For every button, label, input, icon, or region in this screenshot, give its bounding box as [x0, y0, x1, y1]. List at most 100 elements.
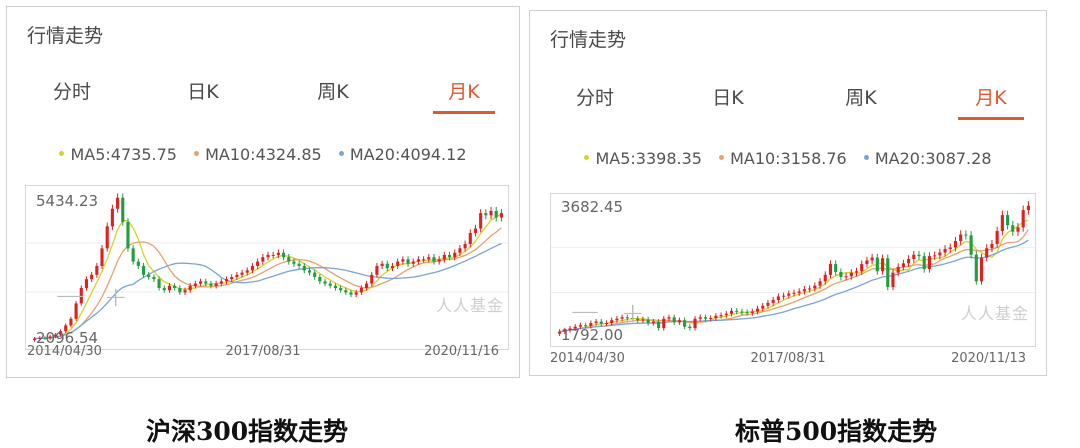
candle-body: [917, 254, 921, 257]
candle-body: [849, 272, 853, 277]
candle-body: [703, 317, 708, 319]
candle-body: [136, 261, 140, 266]
tab-weekly-k[interactable]: 周K: [826, 83, 896, 110]
zoom-out-icon[interactable]: —: [571, 294, 599, 327]
candle-body: [318, 276, 322, 282]
tab-intraday[interactable]: 分时: [560, 83, 630, 110]
legend-ma10: MA10:3158.76: [719, 149, 847, 168]
candle-body: [468, 232, 472, 244]
period-tabs: 分时 日K 周K 月K: [7, 77, 519, 121]
candle-body: [969, 235, 973, 255]
candle-body: [683, 320, 687, 327]
candle-body: [245, 270, 249, 273]
candle-body: [489, 210, 493, 216]
active-tab-underline: [958, 117, 1024, 120]
candle-body: [823, 274, 827, 282]
tab-intraday[interactable]: 分时: [37, 77, 107, 104]
candle-body: [844, 276, 848, 278]
candle-body: [729, 310, 734, 314]
tab-monthly-k[interactable]: 月K: [958, 83, 1024, 120]
candlestick-chart[interactable]: 3682.45 1792.00 — + 人人基金: [550, 193, 1037, 347]
candle-body: [604, 323, 609, 325]
candle-body: [834, 264, 838, 272]
candle-body: [116, 197, 120, 209]
legend-ma5: MA5:4735.75: [59, 145, 177, 164]
candle-body: [193, 283, 197, 286]
candle-body: [297, 263, 301, 266]
ma-legend: MA5:3398.35 MA10:3158.76 MA20:3087.28: [530, 149, 1046, 168]
candlestick-chart[interactable]: 5434.23 2096.54 — + 人人基金: [25, 185, 510, 351]
candle-body: [188, 285, 192, 291]
candle-body: [875, 257, 879, 272]
candle-body: [1026, 205, 1030, 211]
tab-daily-k[interactable]: 日K: [693, 83, 763, 110]
candle-body: [256, 261, 260, 266]
legend-ma20: MA20:3087.28: [863, 149, 992, 168]
candle-body: [84, 279, 89, 288]
candle-body: [344, 290, 348, 293]
candle-body: [219, 281, 223, 284]
candle-body: [995, 230, 999, 244]
candle-body: [282, 252, 286, 258]
candle-body: [396, 261, 400, 266]
candle-body: [240, 272, 244, 275]
candle-body: [328, 283, 332, 286]
candle-body: [126, 221, 130, 249]
period-tabs: 分时 日K 周K 月K: [530, 83, 1046, 127]
candle-body: [860, 264, 864, 272]
candle-body: [933, 255, 937, 257]
candle-body: [141, 265, 146, 275]
active-tab-underline: [433, 111, 495, 114]
candle-body: [199, 281, 203, 284]
candle-body: [147, 274, 151, 277]
candle-body: [912, 254, 916, 260]
candle-body: [494, 210, 498, 218]
candle-body: [766, 302, 770, 306]
x-tick-end: 2020/11/13: [951, 351, 1026, 366]
candle-body: [499, 213, 503, 218]
candle-body: [401, 259, 405, 262]
candle-body: [677, 320, 681, 323]
candle-body: [927, 256, 931, 270]
caption-csi300: 沪深300指数走势: [146, 417, 349, 446]
candle-body: [484, 213, 488, 216]
candle-body: [271, 254, 275, 256]
legend-ma20: MA20:4094.12: [338, 145, 467, 164]
candle-body: [698, 317, 702, 319]
candle-body: [771, 300, 775, 303]
candle-body: [959, 234, 963, 242]
zoom-out-icon[interactable]: —: [56, 278, 84, 311]
zoom-in-icon[interactable]: +: [104, 280, 127, 313]
candle-body: [787, 293, 791, 296]
candle-body: [157, 279, 161, 288]
candle-body: [100, 248, 104, 266]
candle-body: [657, 321, 661, 329]
zoom-in-icon[interactable]: +: [621, 296, 644, 329]
candle-body: [808, 288, 812, 290]
candle-body: [792, 292, 796, 294]
candle-body: [422, 259, 426, 261]
tab-weekly-k[interactable]: 周K: [298, 77, 368, 104]
candle-body: [688, 326, 692, 329]
candle-body: [672, 317, 676, 323]
candle-body: [854, 271, 859, 273]
candle-body: [152, 276, 156, 280]
candle-body: [735, 310, 739, 312]
candle-body: [105, 226, 109, 249]
candle-body: [886, 258, 890, 288]
candle-body: [1021, 210, 1025, 228]
candle-body: [183, 290, 187, 293]
candle-body: [235, 274, 239, 277]
candle-body: [1011, 225, 1015, 232]
ma5-line: [34, 213, 502, 340]
tab-monthly-k[interactable]: 月K: [429, 77, 499, 114]
candle-body: [667, 317, 671, 319]
candle-body: [662, 318, 666, 329]
candle-body: [797, 291, 801, 293]
candle-body: [437, 259, 441, 262]
candle-body: [615, 318, 619, 321]
candle-body: [948, 247, 952, 249]
chart-canvas[interactable]: [26, 186, 510, 351]
tab-daily-k[interactable]: 日K: [168, 77, 238, 104]
candle-body: [870, 257, 874, 261]
